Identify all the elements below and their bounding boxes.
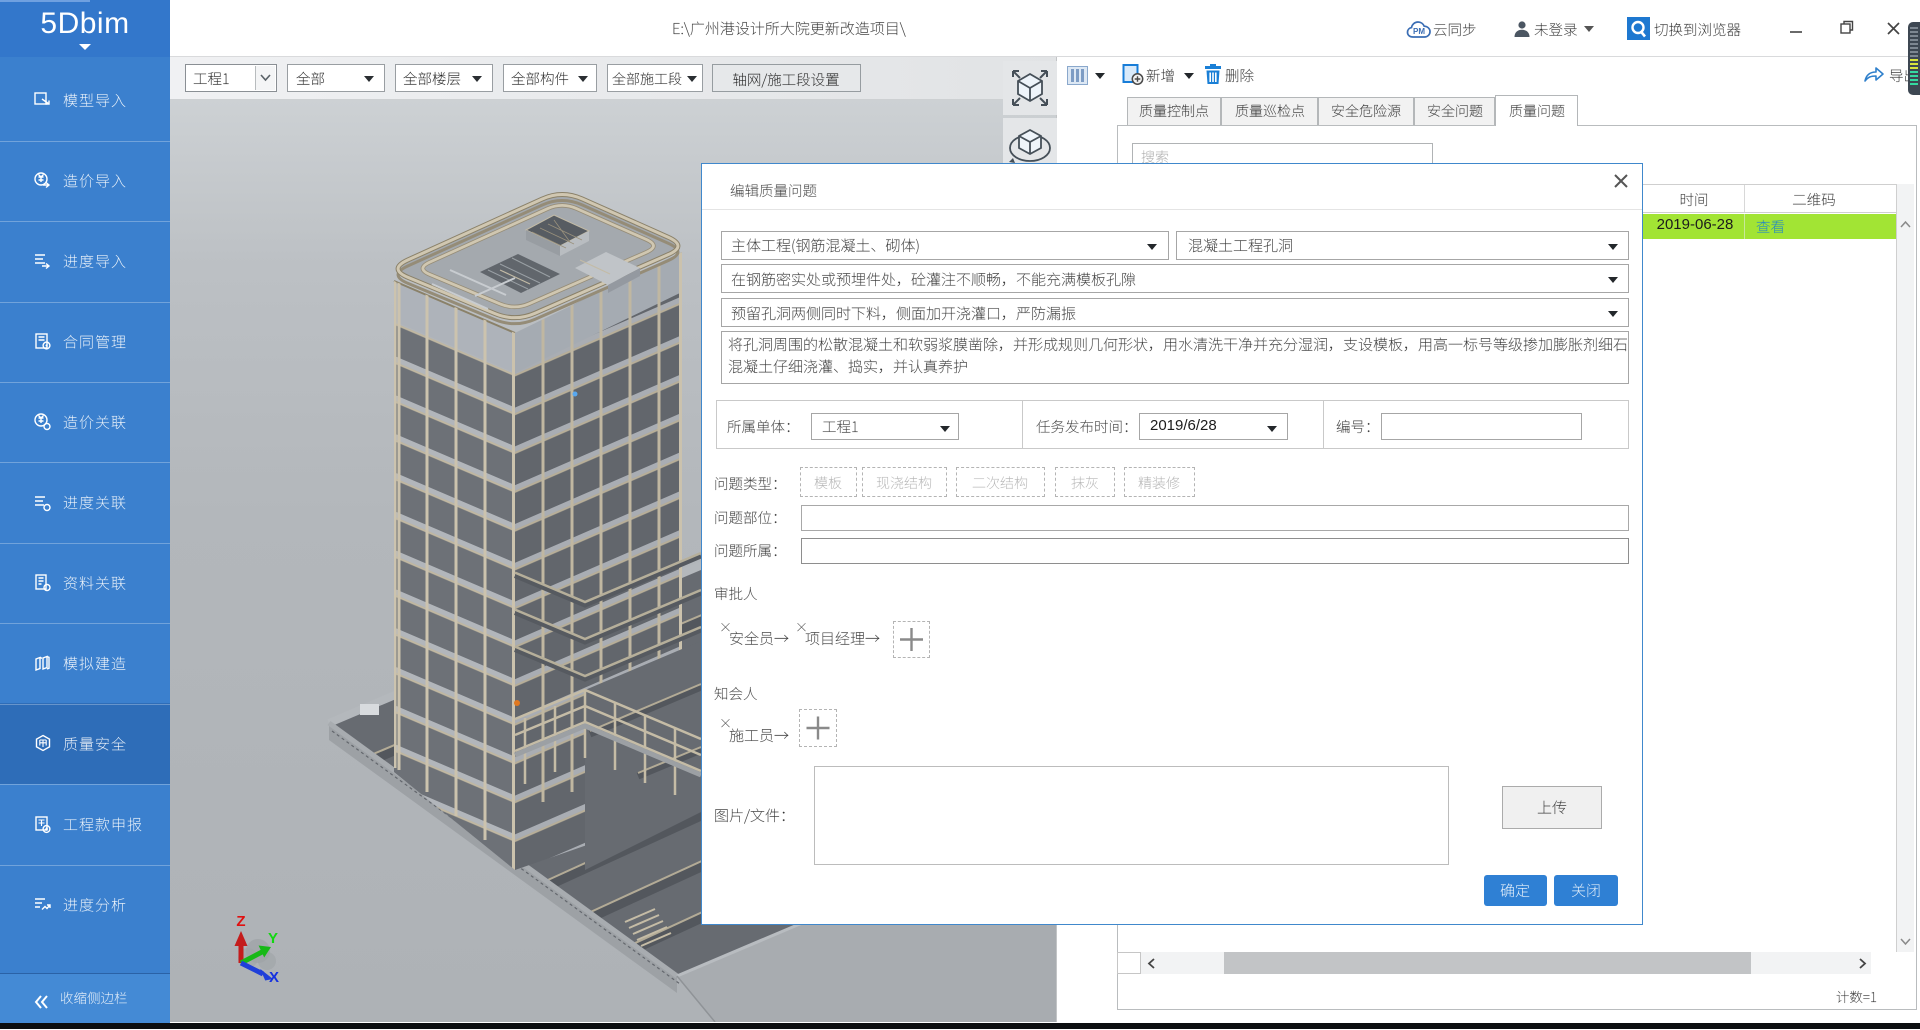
- svg-text:Z: Z: [236, 913, 245, 930]
- svg-text:PM: PM: [1413, 27, 1425, 36]
- svg-text:X: X: [269, 969, 279, 986]
- svg-text:Y: Y: [268, 930, 278, 947]
